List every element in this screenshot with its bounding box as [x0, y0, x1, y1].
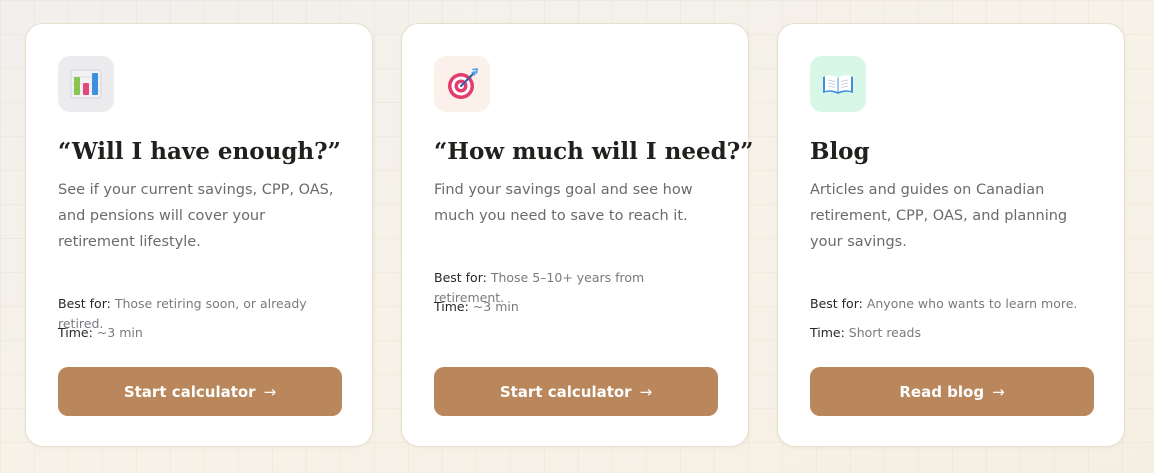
time-value: Short reads — [848, 325, 921, 340]
best-for-label: Best for: — [58, 296, 111, 311]
card-title: “Will I have enough?” — [58, 138, 341, 165]
time-line: Time: ~3 min — [434, 297, 718, 317]
start-calculator-button[interactable]: Start calculator → — [58, 367, 342, 416]
open-book-icon — [810, 56, 866, 112]
read-blog-button[interactable]: Read blog → — [810, 367, 1094, 416]
card-description: See if your current savings, CPP, OAS, a… — [58, 182, 334, 250]
best-for-line: Best for: Anyone who wants to learn more… — [810, 294, 1094, 314]
time-line: Time: Short reads — [810, 323, 1094, 343]
time-value: ~3 min — [96, 325, 143, 340]
card-title: “How much will I need?” — [434, 138, 754, 165]
card-description: Find your savings goal and see how much … — [434, 182, 693, 224]
best-for-label: Best for: — [434, 270, 487, 285]
card-title: Blog — [810, 138, 870, 165]
arrow-right-icon: → — [639, 382, 653, 401]
card-blog: Blog Articles and guides on Canadian ret… — [777, 23, 1125, 447]
time-line: Time: ~3 min — [58, 323, 342, 343]
best-for-value: Anyone who wants to learn more. — [866, 296, 1078, 311]
time-label: Time: — [58, 325, 93, 340]
card-description: Articles and guides on Canadian retireme… — [810, 182, 1068, 250]
start-calculator-button[interactable]: Start calculator → — [434, 367, 718, 416]
time-label: Time: — [434, 299, 469, 314]
arrow-right-icon: → — [992, 382, 1005, 401]
button-label: Start calculator — [499, 382, 632, 401]
time-label: Time: — [810, 325, 845, 340]
card-will-i-have-enough: “Will I have enough?” See if your curren… — [25, 23, 373, 447]
button-label: Start calculator — [123, 382, 256, 401]
best-for-label: Best for: — [810, 296, 863, 311]
bar-chart-icon — [58, 56, 114, 112]
card-how-much-will-i-need: “How much will I need?” Find your saving… — [401, 23, 753, 447]
time-value: ~3 min — [472, 299, 519, 314]
arrow-right-icon: → — [263, 382, 277, 401]
target-icon — [434, 56, 490, 112]
button-label: Read blog — [899, 382, 985, 401]
